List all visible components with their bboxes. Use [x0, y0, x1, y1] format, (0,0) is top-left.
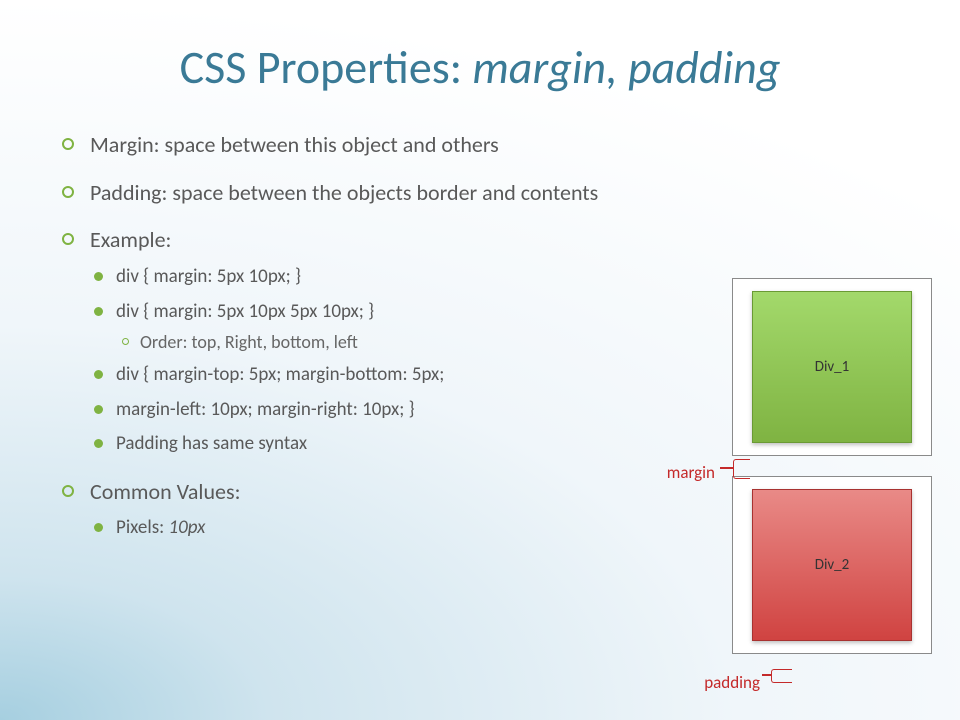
outer-box-1: Div_1 — [732, 278, 932, 456]
example-order-note: Order: top, Right, bottom, left — [116, 330, 620, 355]
example-line-4: margin-left: 10px; margin-right: 10px; } — [90, 396, 620, 425]
box-model-diagram: Div_1 Div_2 — [732, 278, 932, 654]
slide: CSS Properties: margin, padding Margin: … — [0, 0, 960, 720]
margin-pointer-line — [720, 467, 734, 469]
padding-bracket — [771, 669, 792, 683]
bullet-common-values: Common Values: Pixels: 10px — [60, 477, 620, 543]
common-values-label: Common Values: — [90, 478, 240, 505]
content-area: Margin: space between this object and ot… — [60, 130, 620, 561]
common-values-pixels: Pixels: 10px — [90, 514, 620, 543]
slide-title: CSS Properties: margin, padding — [0, 40, 960, 96]
bullet-example-label: Example: — [90, 226, 171, 253]
example-line-2: div { margin: 5px 10px 5px 10px; } Order… — [90, 298, 620, 356]
bullet-padding-def: Padding: space between the objects borde… — [60, 178, 620, 208]
margin-gap — [732, 456, 932, 476]
padding-label: padding — [704, 672, 760, 693]
div-2-box: Div_2 — [752, 489, 912, 641]
margin-bracket — [733, 459, 750, 479]
title-italic: margin, padding — [472, 40, 780, 96]
div-1-box: Div_1 — [752, 291, 912, 443]
outer-box-2: Div_2 — [732, 476, 932, 654]
bullet-margin-def: Margin: space between this object and ot… — [60, 130, 620, 160]
title-prefix: CSS Properties: — [180, 40, 473, 96]
bullet-example: Example: div { margin: 5px 10px; } div {… — [60, 225, 620, 458]
example-line-5: Padding has same syntax — [90, 430, 620, 459]
example-line-1: div { margin: 5px 10px; } — [90, 263, 620, 292]
margin-label: margin — [667, 462, 715, 483]
example-line-3: div { margin-top: 5px; margin-bottom: 5p… — [90, 361, 620, 390]
